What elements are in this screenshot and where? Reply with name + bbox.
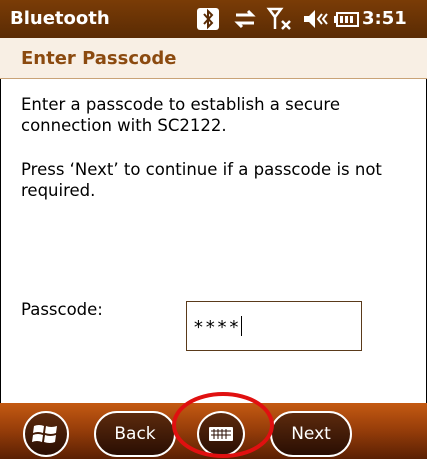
volume-muted-icon[interactable] <box>300 5 330 33</box>
highlight-ring <box>172 392 274 458</box>
passcode-value: **** <box>193 317 241 338</box>
back-button[interactable]: Back <box>94 411 176 457</box>
text-caret <box>241 316 243 336</box>
app-title: Bluetooth <box>10 8 110 29</box>
skip-instruction-text: Press ‘Next’ to continue if a passcode i… <box>21 160 382 200</box>
windows-icon <box>32 425 57 443</box>
signal-off-icon[interactable] <box>266 5 294 33</box>
page-title: Enter Passcode <box>21 48 177 69</box>
instruction-text: Enter a passcode to establish a secure c… <box>21 95 340 135</box>
start-button[interactable] <box>23 411 69 457</box>
next-button[interactable]: Next <box>270 411 352 457</box>
clock[interactable]: 3:51 <box>362 8 407 29</box>
battery-icon[interactable] <box>334 5 362 33</box>
status-bar: Bluetooth 3:51 <box>0 0 427 38</box>
sync-icon[interactable] <box>232 5 258 33</box>
bluetooth-icon[interactable] <box>196 5 220 33</box>
passcode-input[interactable]: **** <box>186 301 362 351</box>
passcode-label: Passcode: <box>21 300 103 319</box>
page-header: Enter Passcode <box>0 38 427 79</box>
